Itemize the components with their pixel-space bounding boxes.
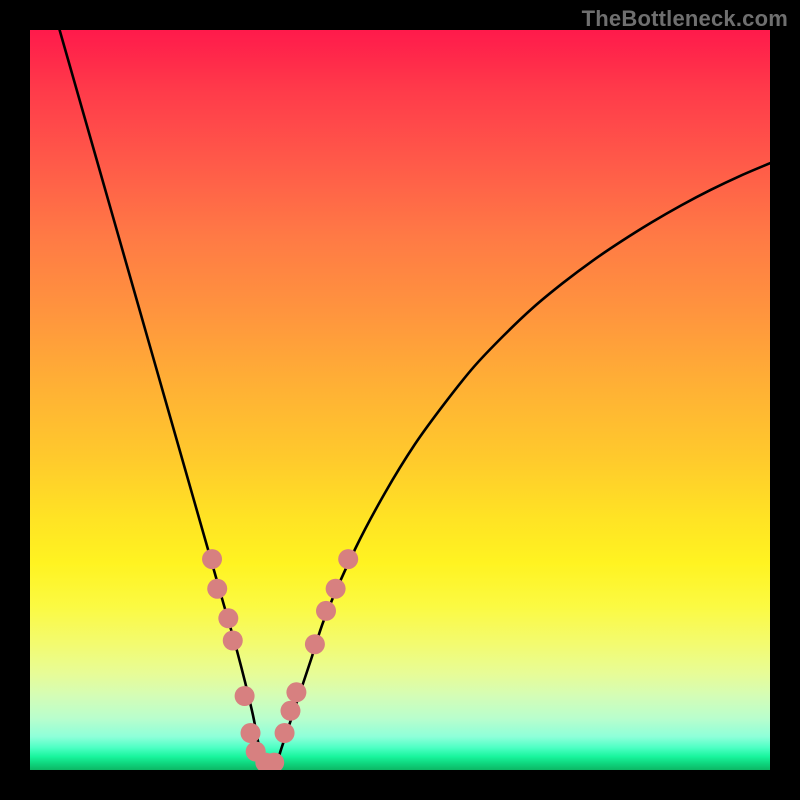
curve-marker — [280, 701, 300, 721]
curve-marker — [218, 608, 238, 628]
curve-marker — [223, 631, 243, 651]
curve-marker — [207, 579, 227, 599]
curve-marker — [305, 634, 325, 654]
curve-marker — [326, 579, 346, 599]
curve-marker — [241, 723, 261, 743]
curve-marker — [286, 682, 306, 702]
bottleneck-curve — [30, 30, 770, 770]
watermark-text: TheBottleneck.com — [582, 6, 788, 32]
curve-marker — [338, 549, 358, 569]
curve-marker — [202, 549, 222, 569]
curve-marker — [275, 723, 295, 743]
curve-marker — [316, 601, 336, 621]
plot-area — [30, 30, 770, 770]
curve-marker — [235, 686, 255, 706]
chart-frame: TheBottleneck.com — [0, 0, 800, 800]
